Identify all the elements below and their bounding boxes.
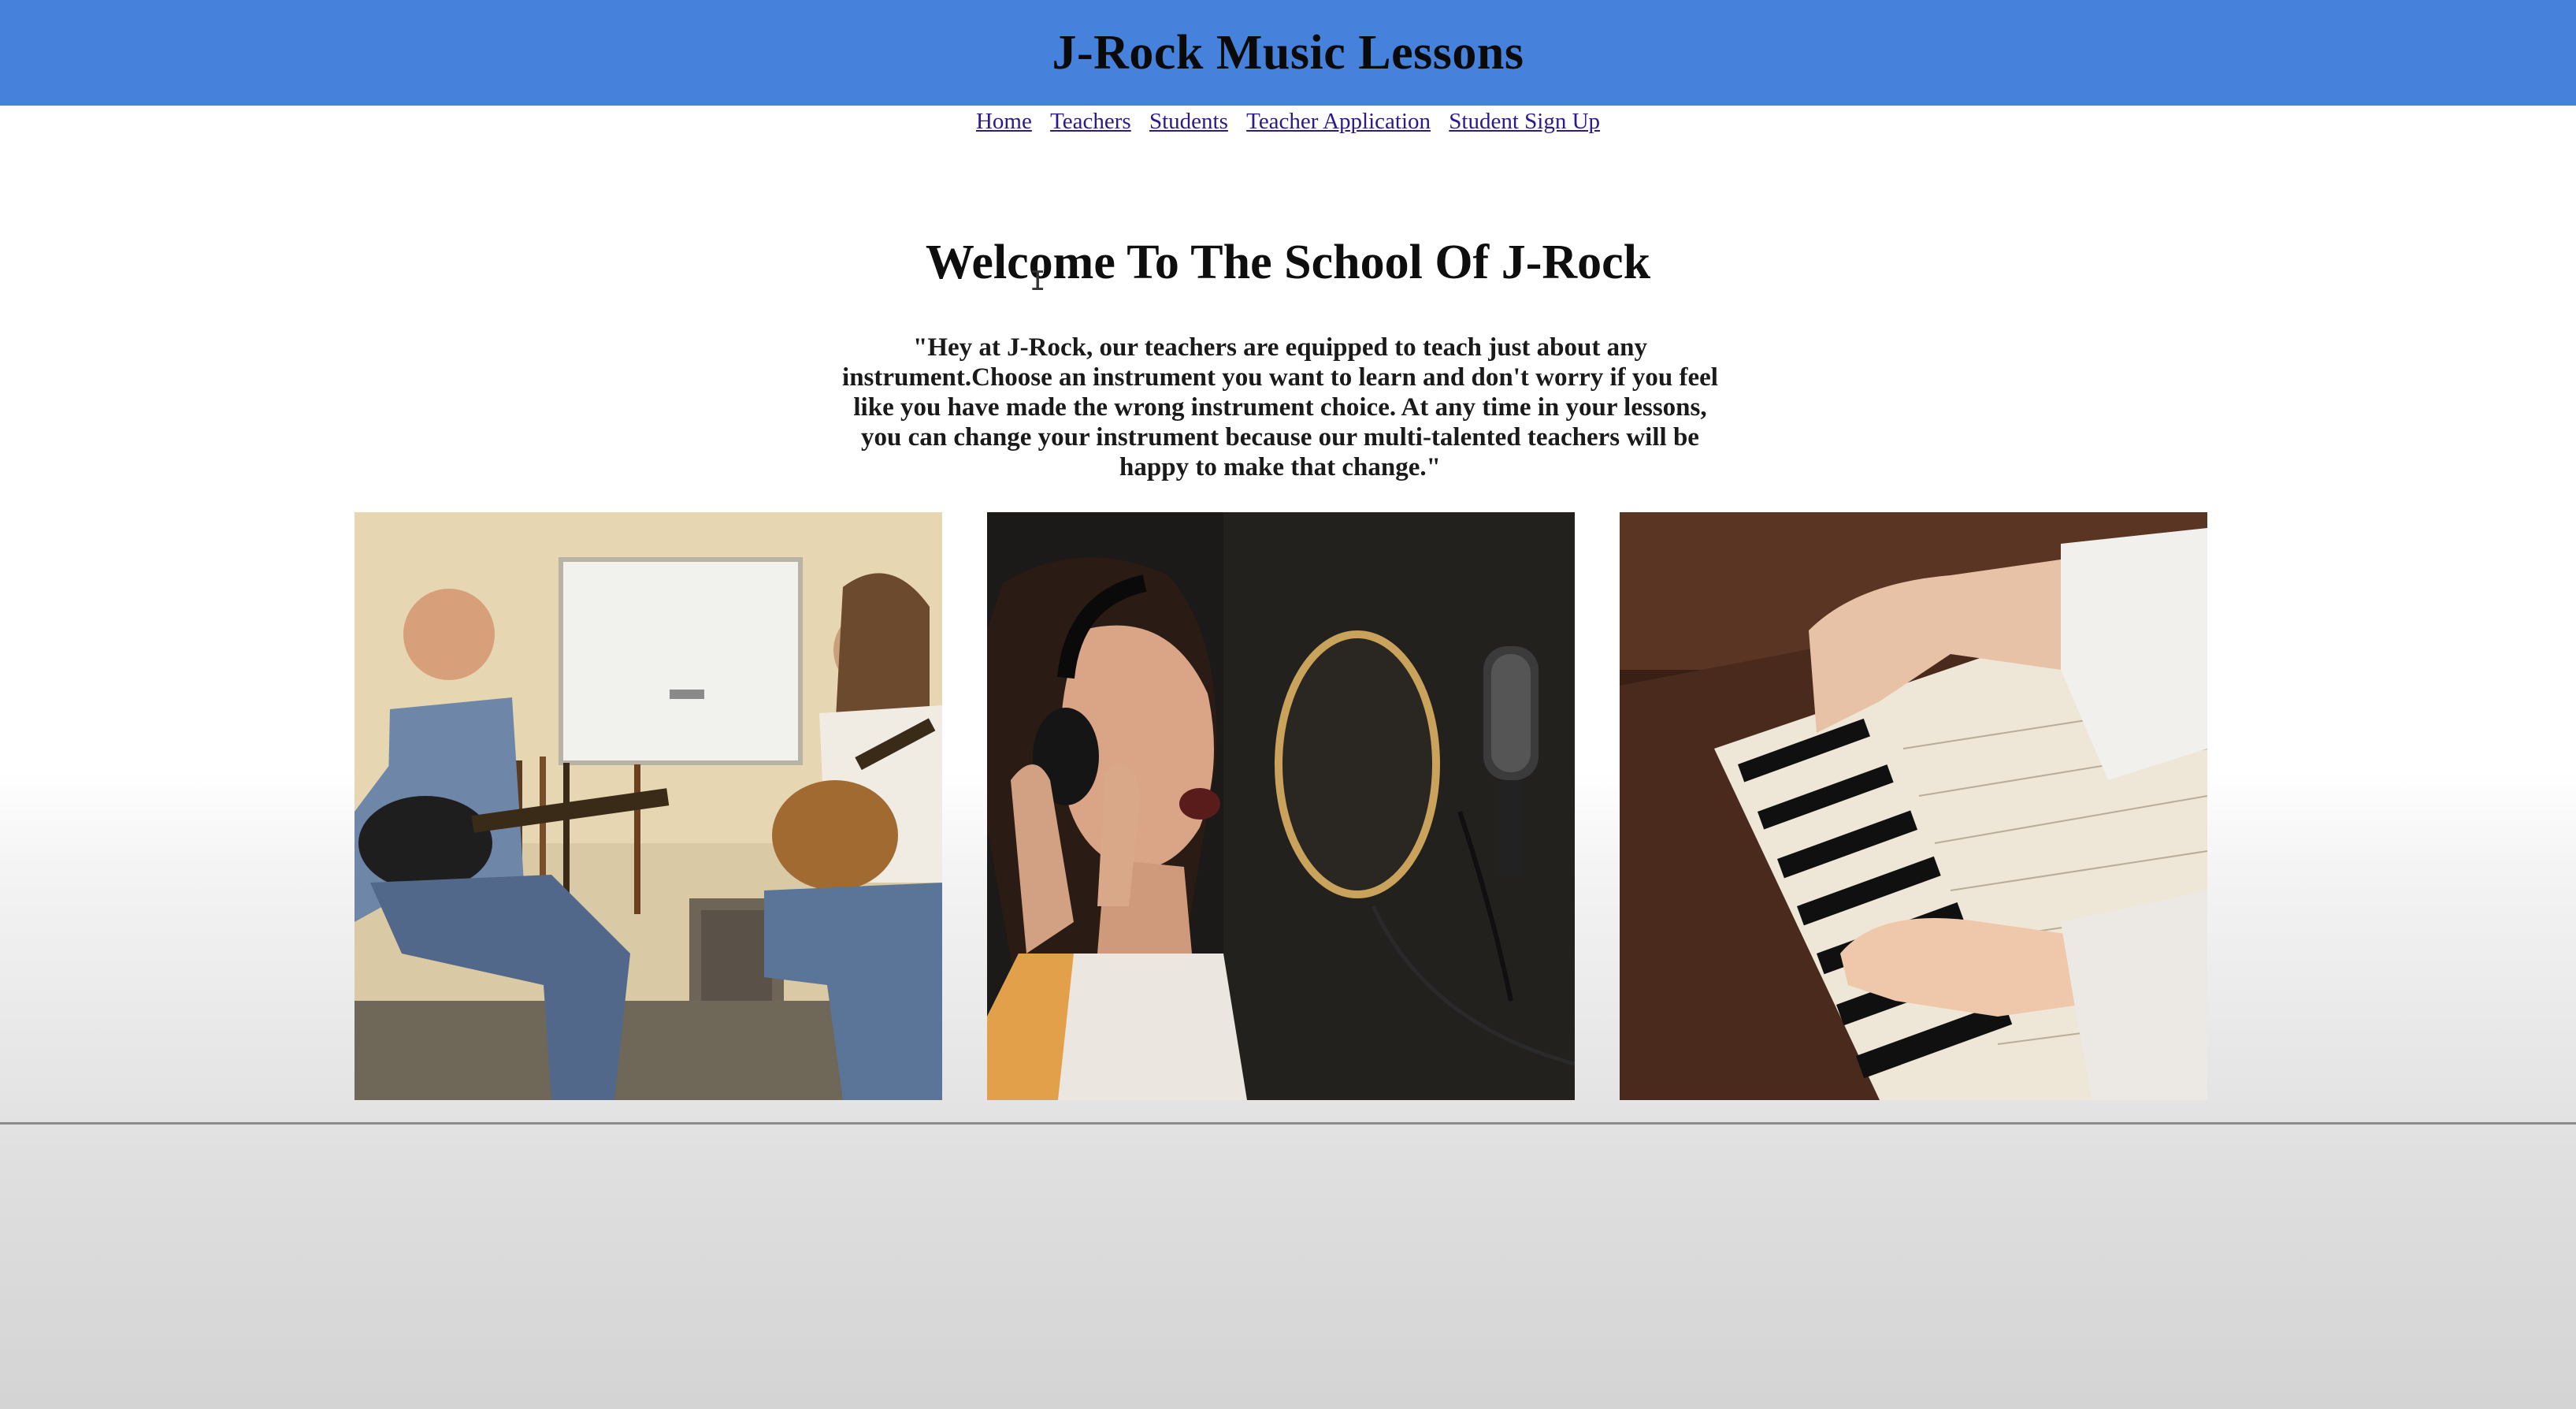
nav-link-teacher-application[interactable]: Teacher Application	[1246, 109, 1431, 134]
nav-link-student-sign-up[interactable]: Student Sign Up	[1449, 109, 1600, 134]
singer-microphone-photo	[987, 512, 1575, 1100]
nav-link-home[interactable]: Home	[976, 109, 1032, 134]
text-cursor-icon: I	[1030, 266, 1046, 297]
site-header: J-Rock Music Lessons	[0, 0, 2576, 106]
page-divider	[0, 1122, 2576, 1125]
intro-quote: "Hey at J-Rock, our teachers are equippe…	[842, 333, 1718, 481]
guitar-lesson-photo	[354, 512, 942, 1100]
page-heading: Welcome To The School Of J-Rock	[925, 236, 1651, 289]
piano-hands-photo	[1620, 512, 2207, 1100]
nav-link-teachers[interactable]: Teachers	[1050, 109, 1131, 134]
nav-link-students[interactable]: Students	[1149, 109, 1228, 134]
main-nav: Home Teachers Students Teacher Applicati…	[0, 109, 2576, 135]
site-title: J-Rock Music Lessons	[1052, 25, 1524, 80]
